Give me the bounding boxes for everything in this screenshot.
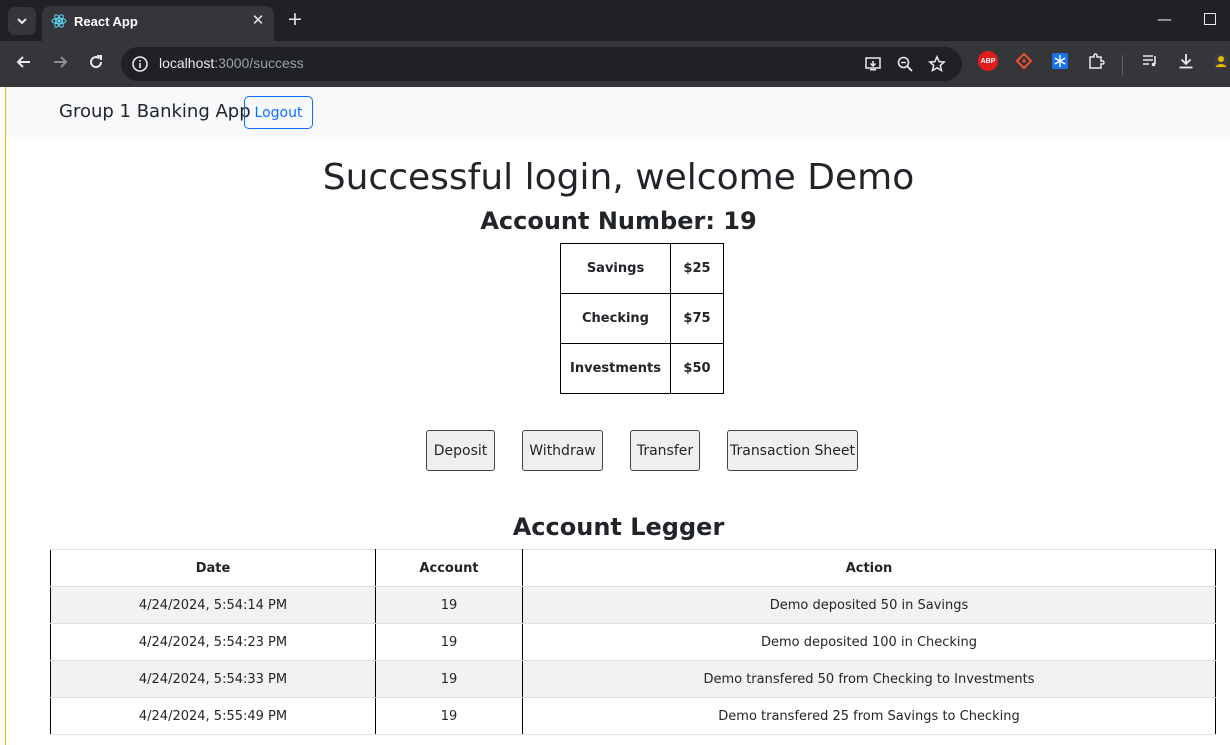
page-viewport: Group 1 Banking App Logout Successful lo… <box>5 87 1230 745</box>
balance-account-name: Savings <box>560 243 671 294</box>
chevron-down-icon <box>17 18 27 25</box>
back-icon[interactable] <box>12 50 36 74</box>
browser-tab[interactable]: React App ✕ <box>42 6 274 41</box>
reload-icon[interactable] <box>84 50 108 74</box>
puzzle-icon[interactable] <box>1086 51 1106 71</box>
account-number-heading: Account Number: 19 <box>480 207 757 235</box>
ledger-action: Demo deposited 100 in Checking <box>522 623 1216 661</box>
react-logo-icon <box>51 13 67 33</box>
new-tab-icon[interactable]: + <box>285 8 305 30</box>
url-text: localhost:3000/success <box>159 55 304 71</box>
app-navbar: Group 1 Banking App Logout <box>6 87 1230 137</box>
ledger-action: Demo deposited 50 in Savings <box>522 586 1216 624</box>
ledger-date: 4/24/2024, 5:54:14 PM <box>50 586 376 624</box>
media-controls-icon[interactable] <box>1140 51 1160 71</box>
ledger-date: 4/24/2024, 5:54:33 PM <box>50 660 376 698</box>
withdraw-button[interactable]: Withdraw <box>522 430 603 471</box>
site-info-icon[interactable] <box>131 55 149 77</box>
ledger-header-row: Date Account Action <box>50 549 1216 587</box>
maximize-window-icon[interactable] <box>1204 13 1216 25</box>
adblock-plus-icon[interactable]: ABP <box>978 51 998 71</box>
minimize-window-icon[interactable]: — <box>1157 10 1172 28</box>
app-brand[interactable]: Group 1 Banking App <box>59 101 251 122</box>
column-header-date: Date <box>50 549 376 587</box>
table-row: 4/24/2024, 5:54:33 PM 19 Demo transfered… <box>50 660 1216 698</box>
ledger-action: Demo transfered 25 from Savings to Check… <box>522 697 1216 735</box>
forward-icon[interactable] <box>48 50 72 74</box>
address-bar[interactable]: localhost:3000/success <box>121 47 962 81</box>
url-host: localhost <box>159 55 215 71</box>
transfer-button[interactable]: Transfer <box>630 430 700 471</box>
url-path: :3000/success <box>214 55 304 71</box>
column-header-action: Action <box>522 549 1216 587</box>
balance-row: Savings $25 <box>560 243 724 294</box>
balances-table: Savings $25 Checking $75 Investments $50 <box>560 243 724 394</box>
toolbar-divider <box>1122 55 1123 75</box>
balance-account-name: Checking <box>560 293 671 344</box>
table-row: 4/24/2024, 5:55:49 PM 19 Demo transfered… <box>50 697 1216 735</box>
zoom-icon[interactable] <box>895 54 915 74</box>
install-app-icon[interactable] <box>863 54 883 74</box>
ledger-action: Demo transfered 50 from Checking to Inve… <box>522 660 1216 698</box>
ledger-account: 19 <box>375 697 523 735</box>
ledger-account: 19 <box>375 586 523 624</box>
balance-amount: $50 <box>670 343 724 394</box>
close-tab-icon[interactable]: ✕ <box>248 11 268 29</box>
ledger-date: 4/24/2024, 5:54:23 PM <box>50 623 376 661</box>
browser-tab-strip: React App ✕ + — <box>0 0 1230 41</box>
balance-account-name: Investments <box>560 343 671 394</box>
column-header-account: Account <box>375 549 523 587</box>
tab-search-button[interactable] <box>8 7 36 35</box>
tab-title: React App <box>74 14 138 29</box>
bookmark-star-icon[interactable] <box>927 54 947 74</box>
deposit-button[interactable]: Deposit <box>426 430 495 471</box>
table-row: 4/24/2024, 5:54:23 PM 19 Demo deposited … <box>50 623 1216 661</box>
git-extension-icon[interactable] <box>1014 51 1034 71</box>
account-actions: Deposit Withdraw Transfer Transaction Sh… <box>6 430 1230 471</box>
balance-row: Checking $75 <box>560 293 724 344</box>
ledger-table: Date Account Action 4/24/2024, 5:54:14 P… <box>50 549 1216 735</box>
logout-button[interactable]: Logout <box>244 96 313 129</box>
downloads-icon[interactable] <box>1176 51 1196 71</box>
balance-amount: $75 <box>670 293 724 344</box>
balance-row: Investments $50 <box>560 343 724 394</box>
ledger-title: Account Legger <box>512 513 725 541</box>
ledger-account: 19 <box>375 660 523 698</box>
profile-avatar-icon[interactable] <box>1212 51 1230 71</box>
balance-amount: $25 <box>670 243 724 294</box>
snowflake-extension-icon[interactable] <box>1050 51 1070 71</box>
welcome-heading: Successful login, welcome Demo <box>322 157 915 198</box>
table-row: 4/24/2024, 5:54:14 PM 19 Demo deposited … <box>50 586 1216 624</box>
ledger-account: 19 <box>375 623 523 661</box>
transaction-sheet-button[interactable]: Transaction Sheet <box>727 430 858 471</box>
ledger-date: 4/24/2024, 5:55:49 PM <box>50 697 376 735</box>
browser-toolbar: localhost:3000/success ABP <box>0 41 1230 87</box>
